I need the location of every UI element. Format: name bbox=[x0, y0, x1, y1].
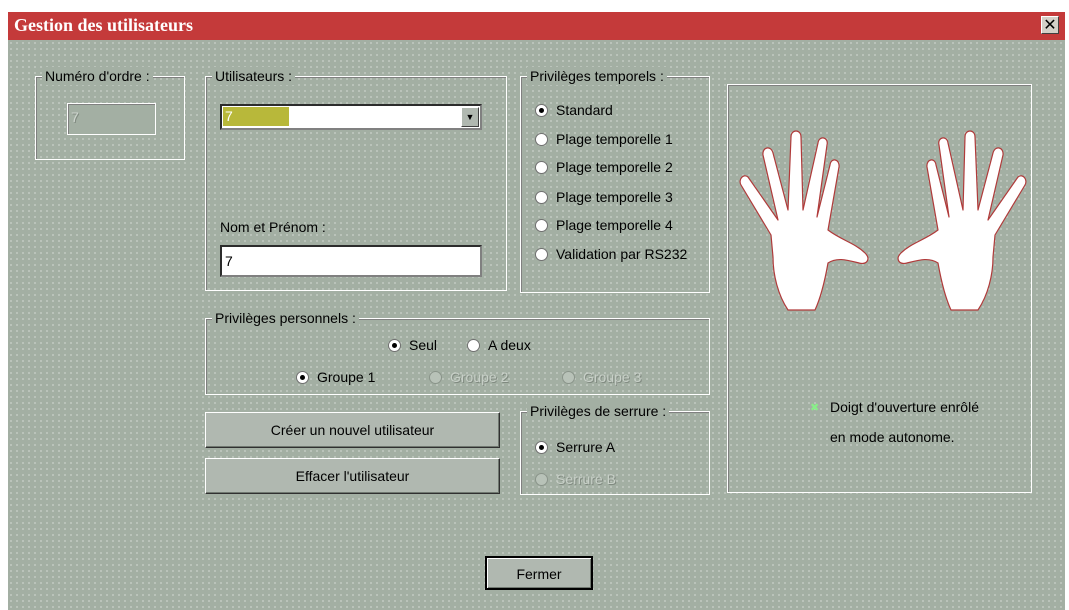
users-dropdown-value: 7 bbox=[225, 108, 233, 124]
user-management-window: Gestion des utilisateurs ✕ Numéro d'ordr… bbox=[0, 0, 1069, 610]
radio-button[interactable] bbox=[296, 370, 309, 384]
radio-serrure-a[interactable]: Serrure A bbox=[535, 439, 615, 455]
radio-label: Serrure B bbox=[556, 471, 616, 487]
radio-button[interactable] bbox=[467, 338, 480, 352]
radio-label: Validation par RS232 bbox=[556, 246, 688, 262]
radio-plage-4[interactable]: Plage temporelle 4 bbox=[535, 217, 673, 233]
radio-plage-3[interactable]: Plage temporelle 3 bbox=[535, 189, 673, 205]
name-input-value: 7 bbox=[225, 253, 233, 269]
radio-a-deux[interactable]: A deux bbox=[467, 337, 531, 353]
title-bar[interactable]: Gestion des utilisateurs ✕ bbox=[8, 12, 1065, 40]
radio-label: Groupe 2 bbox=[450, 369, 509, 385]
radio-label: Standard bbox=[556, 102, 613, 118]
radio-plage-2[interactable]: Plage temporelle 2 bbox=[535, 159, 673, 175]
order-number-value: 7 bbox=[71, 109, 79, 125]
delete-user-button[interactable]: Effacer l'utilisateur bbox=[205, 458, 500, 494]
radio-label: Plage temporelle 4 bbox=[556, 217, 673, 233]
radio-button[interactable] bbox=[535, 132, 548, 146]
radio-groupe-1[interactable]: Groupe 1 bbox=[296, 369, 375, 385]
radio-serrure-b: Serrure B bbox=[535, 471, 616, 487]
radio-button bbox=[562, 370, 575, 384]
radio-button bbox=[535, 472, 548, 486]
enrolled-status-line1: Doigt d'ouverture enrôlé bbox=[830, 399, 979, 415]
create-user-button-label: Créer un nouvel utilisateur bbox=[270, 422, 435, 438]
radio-button[interactable] bbox=[535, 103, 548, 117]
dialog-client-area: Numéro d'ordre : 7 Utilisateurs : 7 ▼ No… bbox=[8, 40, 1065, 610]
fermer-button[interactable]: Fermer bbox=[485, 556, 593, 590]
order-number-legend: Numéro d'ordre : bbox=[42, 67, 153, 85]
radio-button[interactable] bbox=[535, 440, 548, 454]
close-icon: ✕ bbox=[1043, 15, 1057, 34]
radio-button[interactable] bbox=[535, 190, 548, 204]
radio-plage-1[interactable]: Plage temporelle 1 bbox=[535, 131, 673, 147]
radio-label: Plage temporelle 3 bbox=[556, 189, 673, 205]
radio-label: Plage temporelle 2 bbox=[556, 159, 673, 175]
radio-label: Serrure A bbox=[556, 439, 616, 455]
radio-standard[interactable]: Standard bbox=[535, 102, 613, 118]
chevron-down-icon: ▼ bbox=[465, 112, 475, 122]
radio-button[interactable] bbox=[535, 218, 548, 232]
hands-illustration bbox=[739, 130, 1027, 311]
enrolled-marker-icon: ✖ bbox=[810, 401, 820, 414]
right-hand-icon[interactable] bbox=[897, 130, 1027, 311]
radio-label: Groupe 1 bbox=[317, 369, 376, 385]
radio-groupe-2: Groupe 2 bbox=[429, 369, 508, 385]
close-window-button[interactable]: ✕ bbox=[1041, 16, 1059, 34]
enrolled-status-line2: en mode autonome. bbox=[830, 429, 955, 445]
left-hand-shape[interactable] bbox=[739, 130, 869, 311]
radio-button bbox=[429, 370, 442, 384]
right-hand-shape[interactable] bbox=[897, 130, 1027, 311]
name-label: Nom et Prénom : bbox=[220, 219, 326, 235]
lock-privileges-legend: Privilèges de serrure : bbox=[527, 402, 670, 420]
radio-label: Seul bbox=[409, 337, 438, 353]
delete-user-button-label: Effacer l'utilisateur bbox=[295, 468, 410, 484]
order-number-field: 7 bbox=[67, 103, 156, 135]
radio-rs232[interactable]: Validation par RS232 bbox=[535, 246, 687, 262]
window-title: Gestion des utilisateurs bbox=[14, 15, 194, 35]
radio-button[interactable] bbox=[535, 247, 548, 261]
radio-label: Plage temporelle 1 bbox=[556, 131, 673, 147]
users-legend: Utilisateurs : bbox=[212, 67, 296, 85]
fermer-button-label: Fermer bbox=[516, 566, 562, 582]
radio-label: Groupe 3 bbox=[583, 369, 642, 385]
radio-groupe-3: Groupe 3 bbox=[562, 369, 641, 385]
radio-button[interactable] bbox=[388, 338, 401, 352]
left-hand-icon[interactable] bbox=[739, 130, 869, 311]
name-input[interactable]: 7 bbox=[220, 245, 482, 277]
users-dropdown[interactable]: 7 ▼ bbox=[220, 104, 482, 130]
dropdown-arrow-button[interactable]: ▼ bbox=[461, 107, 479, 127]
create-user-button[interactable]: Créer un nouvel utilisateur bbox=[205, 412, 500, 448]
radio-label: A deux bbox=[488, 337, 531, 353]
personal-privileges-legend: Privilèges personnels : bbox=[212, 309, 359, 327]
temporal-privileges-legend: Privilèges temporels : bbox=[527, 67, 667, 85]
radio-button[interactable] bbox=[535, 160, 548, 174]
radio-seul[interactable]: Seul bbox=[388, 337, 437, 353]
